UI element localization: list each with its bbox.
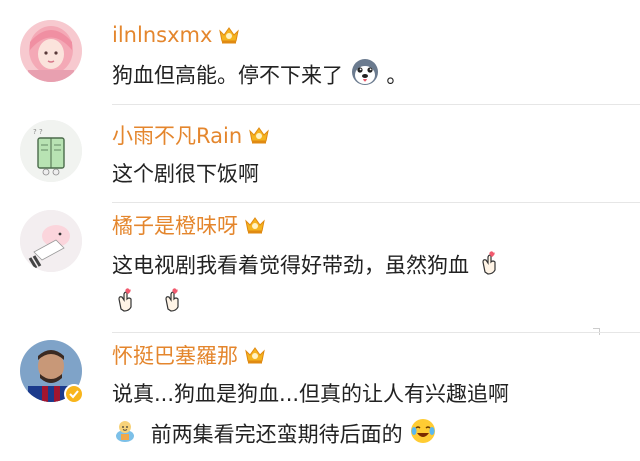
username-text[interactable]: 怀挺巴塞羅那 bbox=[112, 340, 238, 370]
avatar[interactable]: ? ? bbox=[20, 120, 82, 182]
crown-icon bbox=[244, 214, 266, 236]
comment-text: 狗血但高能。停不下来了 。 bbox=[112, 57, 407, 89]
crown-icon bbox=[244, 344, 266, 366]
avatar[interactable] bbox=[20, 20, 82, 82]
finger-heart-emoji-icon bbox=[159, 285, 187, 322]
crying-laugh-emoji-icon bbox=[409, 417, 437, 454]
username[interactable]: 怀挺巴塞羅那 bbox=[112, 340, 266, 370]
finger-heart-emoji-icon bbox=[476, 248, 504, 285]
husky-dog-emoji-icon bbox=[350, 57, 380, 96]
comment-text: 前两集看完还蛮期待后面的 bbox=[112, 417, 437, 449]
username[interactable]: ilnlnsxmx bbox=[112, 20, 240, 50]
comment-text: 这个剧很下饭啊 bbox=[112, 162, 259, 186]
comment-text: 这电视剧我看着觉得好带劲，虽然狗血 bbox=[112, 248, 504, 280]
divider bbox=[112, 202, 640, 203]
crown-icon bbox=[218, 24, 240, 46]
gift-emoji-icon bbox=[112, 418, 138, 453]
username-text[interactable]: 橘子是橙味呀 bbox=[112, 210, 238, 240]
comment-text-emoji-row bbox=[112, 285, 187, 317]
username[interactable]: 橘子是橙味呀 bbox=[112, 210, 266, 240]
divider bbox=[112, 104, 640, 105]
username-text[interactable]: 小雨不凡Rain bbox=[112, 120, 242, 150]
avatar[interactable] bbox=[20, 210, 82, 272]
crown-icon bbox=[248, 124, 270, 146]
divider bbox=[112, 332, 640, 333]
verified-badge-icon bbox=[64, 384, 84, 408]
username[interactable]: 小雨不凡Rain bbox=[112, 120, 270, 150]
svg-text:? ?: ? ? bbox=[33, 128, 43, 136]
comment-text: 说真...狗血是狗血...但真的让人有兴趣追啊 bbox=[112, 382, 510, 406]
finger-heart-emoji-icon bbox=[112, 285, 140, 322]
username-text[interactable]: ilnlnsxmx bbox=[112, 23, 212, 47]
